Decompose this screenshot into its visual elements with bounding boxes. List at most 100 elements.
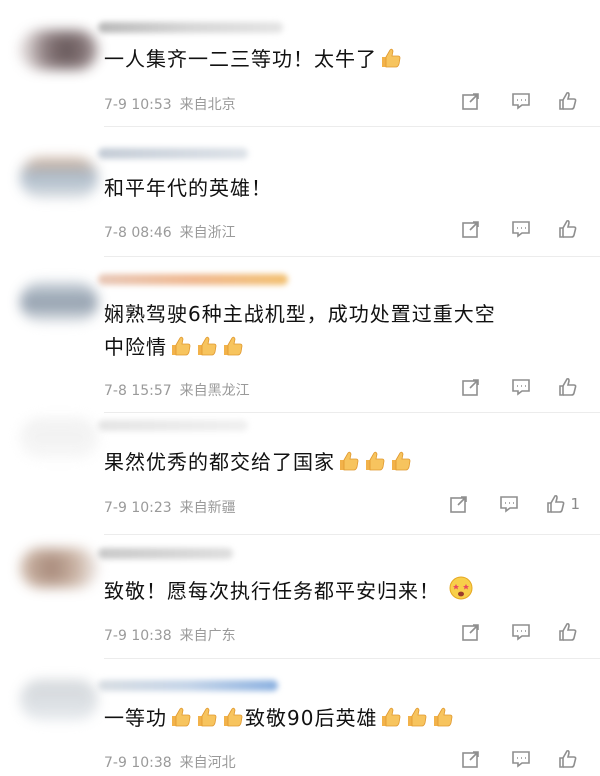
divider [104, 534, 600, 535]
comment-text: 果然优秀的都交给了国家 [104, 446, 572, 482]
thumbs-up-icon [559, 622, 577, 641]
timestamp: 7-9 10:38 [104, 755, 172, 771]
timestamp: 7-9 10:53 [104, 97, 172, 113]
avatar[interactable] [20, 30, 98, 70]
avatar[interactable] [20, 418, 98, 458]
comment-meta: 7-8 15:57 来自黑龙江 [104, 380, 250, 400]
thumbs-up-icon [547, 494, 565, 513]
divider [104, 256, 600, 257]
thumbs-up-emoji [405, 705, 429, 738]
thumbs-up-emoji [431, 705, 455, 738]
divider [104, 658, 600, 659]
comment-text-content: 果然优秀的都交给了国家 [104, 450, 335, 474]
thumbs-up-emoji [337, 449, 361, 482]
comment-meta: 7-9 10:23 来自新疆 [104, 497, 236, 517]
comment-button[interactable] [510, 748, 532, 770]
comment-text-line: 中险情 [104, 331, 572, 367]
comment-button[interactable] [510, 621, 532, 643]
comment-meta: 7-9 10:38 来自广东 [104, 625, 236, 645]
thumbs-up-emoji [195, 705, 219, 738]
comment-actions [432, 748, 582, 770]
comment-button[interactable] [510, 376, 532, 398]
location: 来自广东 [179, 628, 236, 644]
timestamp: 7-8 15:57 [104, 383, 172, 399]
thumbs-up-emoji [379, 705, 403, 738]
forward-button[interactable] [448, 493, 470, 515]
forward-icon [462, 379, 479, 396]
comment-text: 娴熟驾驶6种主战机型，成功处置过重大空 中险情 [104, 298, 572, 367]
avatar[interactable] [20, 282, 98, 322]
timestamp: 7-9 10:38 [104, 628, 172, 644]
thumbs-up-emoji [363, 449, 387, 482]
username[interactable] [98, 420, 248, 431]
thumbs-up-emoji [169, 705, 193, 738]
comment-text-content: 中险情 [104, 335, 167, 359]
location: 来自浙江 [179, 225, 236, 241]
like-button[interactable] [558, 749, 582, 769]
username[interactable] [98, 22, 283, 33]
avatar[interactable] [20, 680, 98, 720]
thumbs-up-emoji [379, 46, 403, 79]
thumbs-up-emoji [221, 705, 245, 738]
forward-icon [462, 751, 479, 768]
comment-text-content: 致敬90后英雄 [245, 706, 378, 730]
comment-button[interactable] [510, 90, 532, 112]
comment-text-content: 一人集齐一二三等功！太牛了 [104, 47, 377, 71]
comment-meta: 7-9 10:38 来自河北 [104, 752, 236, 772]
username[interactable] [98, 274, 288, 285]
avatar[interactable] [20, 548, 98, 588]
star-eyes-face-emoji [448, 575, 474, 611]
like-button[interactable] [558, 377, 582, 397]
comment-icon [512, 93, 530, 110]
location: 来自黑龙江 [179, 383, 250, 399]
comment-actions: 1 [420, 493, 580, 515]
thumbs-up-emoji [195, 334, 219, 367]
thumbs-up-icon [559, 377, 577, 396]
divider [104, 126, 600, 127]
comment-text-line: 娴熟驾驶6种主战机型，成功处置过重大空 [104, 302, 496, 326]
comment-actions [432, 90, 582, 112]
comment-actions [432, 376, 582, 398]
location: 来自新疆 [179, 500, 236, 516]
forward-button[interactable] [460, 621, 482, 643]
comment-button[interactable] [498, 493, 520, 515]
username[interactable] [98, 148, 248, 159]
comment-text: 一人集齐一二三等功！太牛了 [104, 43, 572, 79]
forward-button[interactable] [460, 748, 482, 770]
like-button[interactable] [558, 91, 582, 111]
comment-icon [512, 379, 530, 396]
thumbs-up-emoji [169, 334, 193, 367]
forward-button[interactable] [460, 218, 482, 240]
location: 来自北京 [179, 97, 236, 113]
forward-button[interactable] [460, 376, 482, 398]
comment-actions [432, 621, 582, 643]
forward-icon [462, 221, 479, 238]
thumbs-up-icon [559, 91, 577, 110]
like-button[interactable] [558, 622, 582, 642]
comment-icon [512, 221, 530, 238]
avatar[interactable] [20, 158, 98, 198]
like-count: 1 [570, 495, 580, 513]
comment-text-content: 一等功 [104, 706, 167, 730]
comment-text-content: 致敬！愿每次执行任务都平安归来！ [104, 579, 440, 603]
comment-text-content: 和平年代的英雄！ [104, 176, 272, 200]
comment-meta: 7-9 10:53 来自北京 [104, 94, 236, 114]
comment-icon [512, 751, 530, 768]
thumbs-up-emoji [221, 334, 245, 367]
comment-button[interactable] [510, 218, 532, 240]
username[interactable] [98, 548, 233, 559]
comment-text: 致敬！愿每次执行任务都平安归来！ [104, 575, 572, 611]
username[interactable] [98, 680, 278, 691]
like-button[interactable]: 1 [546, 494, 580, 514]
like-button[interactable] [558, 219, 582, 239]
comment-actions [432, 218, 582, 240]
comment-text: 和平年代的英雄！ [104, 172, 572, 205]
forward-icon [462, 624, 479, 641]
thumbs-up-icon [559, 749, 577, 768]
forward-button[interactable] [460, 90, 482, 112]
forward-icon [462, 93, 479, 110]
comment-icon [512, 624, 530, 641]
location: 来自河北 [179, 755, 236, 771]
divider [104, 412, 600, 413]
comment-icon [500, 496, 519, 513]
